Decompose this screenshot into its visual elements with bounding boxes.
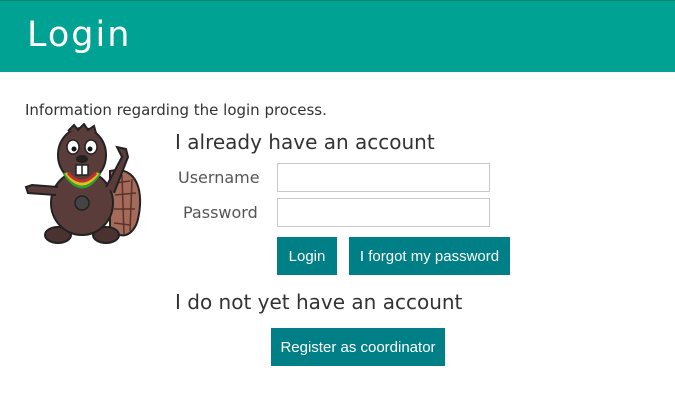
username-label: Username (178, 168, 260, 187)
page-title: Login (27, 15, 132, 55)
login-section-title: I already have an account (175, 130, 435, 154)
intro-text: Information regarding the login process. (25, 101, 327, 119)
username-input[interactable] (277, 163, 490, 192)
beaver-mascot-image (24, 123, 142, 244)
password-label: Password (183, 203, 258, 222)
register-section-title: I do not yet have an account (175, 290, 463, 314)
password-input[interactable] (277, 198, 490, 227)
page-header: Login (0, 0, 675, 72)
register-coordinator-button[interactable]: Register as coordinator (271, 328, 445, 366)
login-button[interactable]: Login (277, 237, 337, 275)
forgot-password-button[interactable]: I forgot my password (349, 237, 510, 275)
